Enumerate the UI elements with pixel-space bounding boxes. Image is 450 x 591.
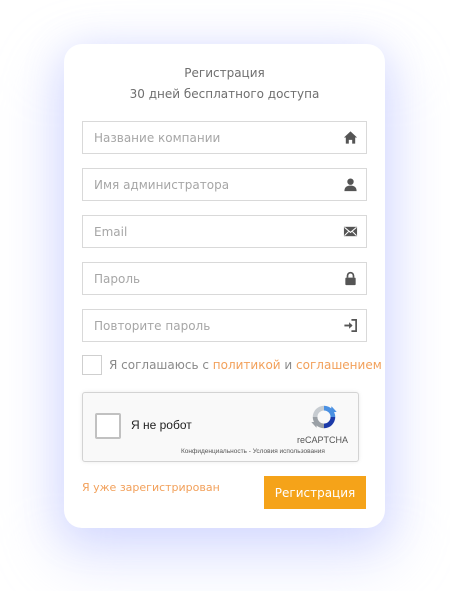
email-input[interactable] <box>83 216 333 247</box>
company-name-field <box>82 121 367 154</box>
already-registered-link[interactable]: Я уже зарегистрирован <box>82 481 220 494</box>
form-subtitle: 30 дней бесплатного доступа <box>129 87 320 101</box>
register-button[interactable]: Регистрация <box>264 476 366 509</box>
envelope-icon <box>343 226 358 237</box>
home-icon <box>343 131 358 144</box>
password-field <box>82 262 367 295</box>
recaptcha-brand: reCAPTCHA <box>297 435 349 445</box>
registration-card: Регистрация 30 дней бесплатного доступа <box>64 44 385 528</box>
password-input[interactable] <box>83 263 333 294</box>
user-icon <box>344 178 357 192</box>
email-field <box>82 215 367 248</box>
agree-conjunction: и <box>280 358 297 372</box>
recaptcha-logo-icon <box>311 405 337 429</box>
company-name-input[interactable] <box>83 122 333 153</box>
policy-link[interactable]: политикой <box>213 358 281 372</box>
lock-icon <box>345 271 356 286</box>
sign-in-icon <box>344 319 357 332</box>
agree-prefix: Я соглашаюсь с <box>109 358 213 372</box>
agreement-link[interactable]: соглашением <box>296 358 382 372</box>
repeat-password-field <box>82 309 367 342</box>
recaptcha-checkbox[interactable] <box>95 413 121 439</box>
admin-name-field <box>82 168 367 201</box>
recaptcha-links[interactable]: Конфиденциальность - Условия использован… <box>181 448 325 455</box>
admin-name-input[interactable] <box>83 169 333 200</box>
recaptcha-label: Я не робот <box>131 418 192 432</box>
repeat-password-input[interactable] <box>83 310 333 341</box>
form-title: Регистрация <box>184 66 265 80</box>
recaptcha-widget: Я не робот reCAPTCHA Конфиденциальность … <box>82 392 359 462</box>
agree-label: Я соглашаюсь с политикой и соглашением <box>109 358 382 372</box>
agree-checkbox[interactable] <box>82 355 102 375</box>
